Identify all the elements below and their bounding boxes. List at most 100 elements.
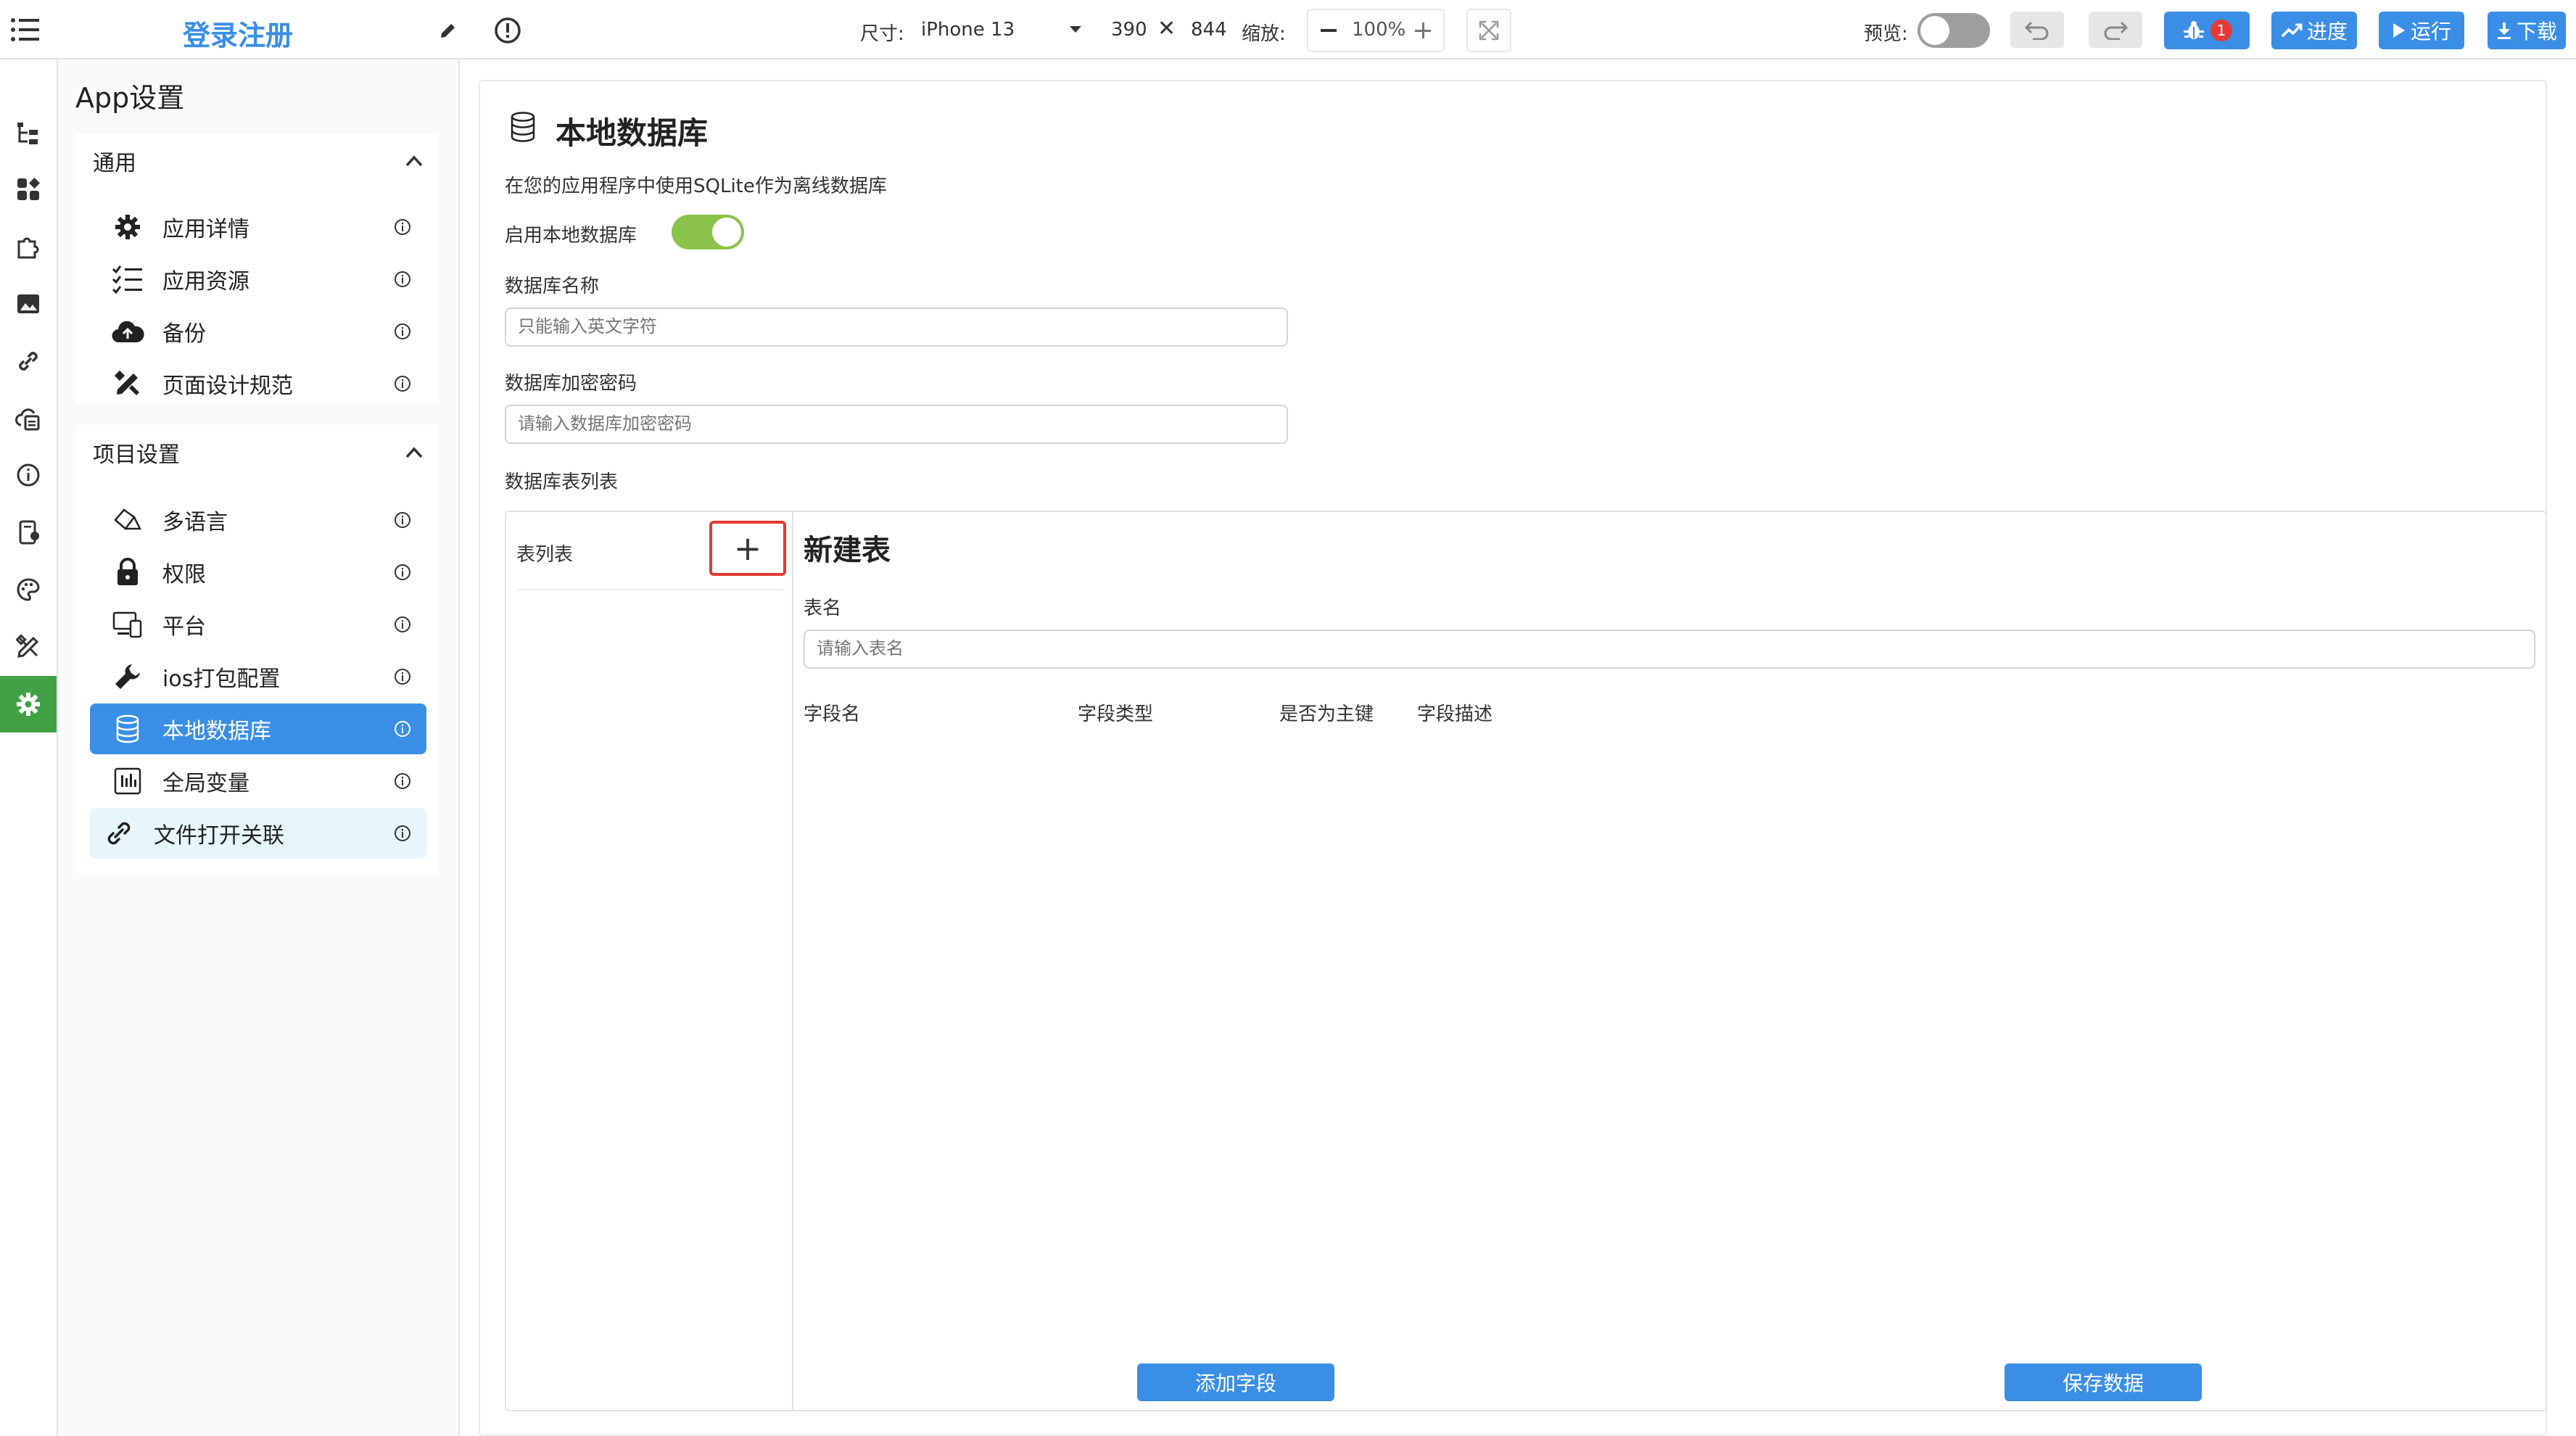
debug-button[interactable]: 1 (2164, 12, 2250, 49)
table-name-label: 表名 (804, 598, 842, 619)
db-name-input[interactable] (505, 308, 1288, 347)
chevron-up-icon (405, 155, 423, 167)
zoom-out-icon[interactable] (1316, 19, 1342, 42)
device-select[interactable]: iPhone 13 (921, 19, 1015, 41)
info-icon[interactable] (393, 563, 412, 582)
palette-icon[interactable] (0, 561, 57, 618)
redo-button[interactable] (2089, 12, 2142, 48)
save-data-button[interactable]: 保存数据 (2005, 1363, 2202, 1401)
run-label: 运行 (2410, 20, 2451, 44)
info-icon[interactable] (393, 824, 412, 843)
components-icon[interactable] (0, 161, 57, 218)
info-icon[interactable] (393, 322, 412, 341)
translate-icon (110, 503, 145, 537)
menu-item-label: 本地数据库 (162, 719, 271, 744)
download-button[interactable]: 下载 (2488, 12, 2566, 49)
device-settings-icon[interactable] (0, 504, 57, 561)
column-header-field-type: 字段类型 (1078, 703, 1154, 725)
fullscreen-icon[interactable] (1466, 9, 1511, 52)
link-icon[interactable] (0, 333, 57, 389)
preview-toggle[interactable] (1917, 13, 1990, 48)
menu-item-label: 应用详情 (162, 217, 249, 242)
info-icon[interactable] (0, 447, 57, 503)
info-icon[interactable] (393, 615, 412, 634)
db-name-label: 数据库名称 (505, 276, 600, 297)
devices-icon (110, 607, 145, 642)
db-password-input[interactable] (505, 405, 1288, 444)
menu-item-label: 页面设计规范 (162, 374, 293, 399)
height-value[interactable]: 844 (1191, 19, 1227, 41)
new-table-title: 新建表 (804, 534, 891, 567)
section-title: 通用 (93, 151, 136, 176)
plugin-icon[interactable] (0, 218, 57, 275)
run-button[interactable]: 运行 (2379, 12, 2464, 49)
table-editor-divider (792, 512, 793, 1410)
info-icon[interactable] (393, 511, 412, 529)
settings-icon[interactable] (0, 676, 57, 733)
menu-item-local-database[interactable]: 本地数据库 (90, 703, 426, 754)
info-icon[interactable] (393, 667, 412, 686)
add-table-button[interactable]: + (709, 521, 786, 576)
info-icon[interactable] (393, 719, 412, 738)
section-header-project[interactable]: 项目设置 (75, 425, 438, 480)
progress-label: 进度 (2306, 20, 2348, 44)
gear-icon (110, 210, 145, 244)
section-header-general[interactable]: 通用 (75, 133, 438, 189)
menu-item-global-variables[interactable]: 全局变量 (90, 756, 426, 806)
info-icon[interactable] (393, 374, 412, 393)
info-icon[interactable] (393, 218, 412, 236)
column-header-primary-key: 是否为主键 (1279, 703, 1374, 725)
download-label: 下载 (2516, 20, 2557, 44)
download-icon (2497, 22, 2511, 39)
menu-item-label: 平台 (162, 614, 206, 640)
menu-item-backup[interactable]: 备份 (90, 306, 426, 357)
undo-button[interactable] (2010, 12, 2064, 48)
column-header-field-name: 字段名 (804, 703, 861, 725)
menu-item-label: 全局变量 (162, 771, 249, 796)
image-icon[interactable] (0, 276, 57, 332)
zoom-label: 缩放: (1242, 23, 1286, 45)
menu-item-design-guidelines[interactable]: 页面设计规范 (90, 358, 426, 409)
alert-icon[interactable] (492, 15, 524, 46)
plus-icon: + (733, 529, 762, 568)
db-password-label: 数据库加密密码 (505, 373, 637, 395)
zoom-value: 100% (1352, 19, 1406, 41)
cloud-data-icon[interactable] (0, 390, 57, 447)
progress-button[interactable]: 进度 (2271, 12, 2357, 49)
table-list-divider (518, 589, 783, 590)
design-tools-icon (110, 366, 145, 401)
section-title: 项目设置 (93, 442, 180, 468)
database-icon (505, 109, 541, 145)
variables-icon (110, 764, 145, 799)
chevron-down-icon[interactable] (1065, 20, 1086, 39)
menu-item-app-resources[interactable]: 应用资源 (90, 254, 426, 305)
add-field-button[interactable]: 添加字段 (1137, 1363, 1334, 1401)
design-tools-icon[interactable] (0, 619, 57, 675)
menu-item-permissions[interactable]: 权限 (90, 547, 426, 598)
left-rail (0, 59, 58, 1436)
table-list-header: 表列表 (516, 544, 574, 566)
cloud-upload-icon (110, 314, 145, 349)
menu-item-app-details[interactable]: 应用详情 (90, 202, 426, 252)
trend-icon (2281, 23, 2303, 38)
info-icon[interactable] (393, 772, 412, 791)
project-title: 登录注册 (183, 20, 294, 51)
preview-label: 预览: (1864, 23, 1908, 45)
menu-item-label: 多语言 (162, 510, 228, 535)
page-tree-icon[interactable] (0, 105, 57, 162)
edit-icon[interactable] (435, 17, 461, 44)
enable-db-toggle[interactable] (672, 215, 744, 249)
top-toolbar: 登录注册 尺寸: iPhone 13 390 ✕ 844 缩放: 100% 预览… (0, 0, 2576, 59)
menu-item-ios-build[interactable]: ios打包配置 (90, 651, 426, 702)
menu-item-languages[interactable]: 多语言 (90, 495, 426, 545)
lock-icon (110, 555, 145, 590)
menu-item-file-association[interactable]: 文件打开关联 (90, 808, 426, 859)
menu-item-platform[interactable]: 平台 (90, 599, 426, 650)
width-value[interactable]: 390 (1111, 19, 1147, 41)
info-icon[interactable] (393, 270, 412, 289)
table-name-input[interactable] (804, 630, 2535, 669)
database-icon (110, 711, 145, 746)
menu-icon[interactable] (7, 13, 42, 46)
zoom-in-icon[interactable] (1410, 19, 1436, 42)
menu-item-label: 应用资源 (162, 269, 249, 294)
